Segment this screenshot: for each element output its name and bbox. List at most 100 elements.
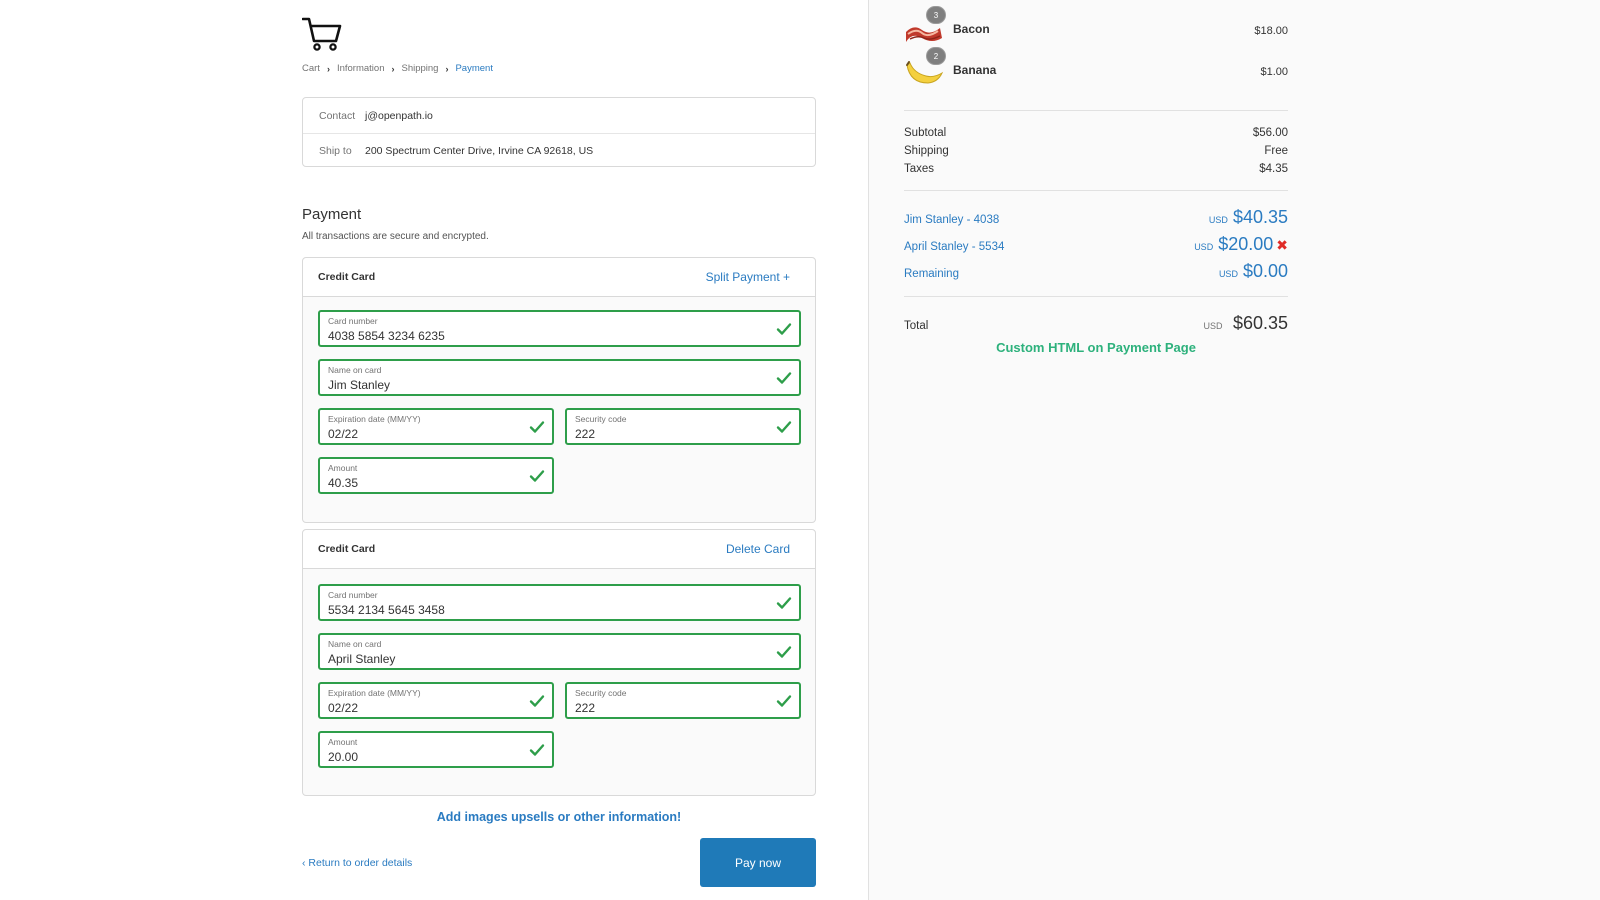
delete-card-button[interactable]: Delete Card: [726, 542, 790, 556]
product-name: Bacon: [953, 22, 990, 36]
product-row-banana: 2 Banana $1.00: [904, 47, 1288, 91]
payment-amount: USD $20.00 ✖: [1194, 234, 1288, 255]
field-value: 222: [575, 701, 596, 715]
contact-value: j@openpath.io: [365, 109, 433, 122]
amount-field[interactable]: Amount 20.00: [318, 731, 554, 768]
taxes-value: $4.35: [1259, 163, 1288, 175]
payment-row-april: April Stanley - 5534 USD $20.00 ✖: [904, 234, 1288, 255]
payment-amount: USD $0.00: [1219, 261, 1288, 282]
field-label: Amount: [328, 463, 358, 473]
subtotal-value: $56.00: [1252, 127, 1288, 139]
divider: [904, 190, 1288, 191]
amount-value: $40.35: [1232, 207, 1288, 227]
security-code-field[interactable]: Security code 222: [565, 408, 801, 445]
card-number-field[interactable]: Card number 4038 5854 3234 6235: [318, 310, 801, 347]
checkmark-icon: [776, 695, 792, 707]
breadcrumb-information[interactable]: Information: [337, 63, 385, 74]
amount-value: $0.00: [1242, 261, 1288, 281]
field-label: Security code: [575, 688, 627, 698]
breadcrumb-shipping[interactable]: Shipping: [401, 63, 438, 74]
currency-code: USD: [1194, 242, 1214, 252]
taxes-label: Taxes: [904, 163, 935, 175]
product-price: $1.00: [1260, 66, 1288, 78]
field-value: 40.35: [328, 476, 359, 490]
field-value: 4038 5854 3234 6235: [328, 329, 445, 343]
upsell-message: Add images upsells or other information!: [436, 810, 682, 824]
remaining-label: Remaining: [904, 268, 959, 280]
remaining-row: Remaining USD $0.00: [904, 261, 1288, 282]
expiration-date-field[interactable]: Expiration date (MM/YY) 02/22: [318, 408, 554, 445]
return-to-order-link[interactable]: ‹ Return to order details: [302, 857, 412, 869]
payment-label: April Stanley - 5534: [904, 241, 1005, 253]
contact-row: Contact j@openpath.io: [303, 98, 815, 133]
field-value: 222: [575, 427, 596, 441]
field-value: 5534 2134 5645 3458: [328, 603, 445, 617]
field-value: 02/22: [328, 427, 359, 441]
payment-title: Payment: [302, 206, 362, 223]
field-label: Security code: [575, 414, 627, 424]
chevron-right-icon: ›: [391, 63, 395, 74]
field-value: Jim Stanley: [328, 378, 391, 392]
chevron-right-icon: ›: [445, 63, 449, 74]
order-summary-sidebar: 3 Bacon $18.00 2 Banana $1.00 Subtotal $…: [868, 0, 1600, 900]
credit-card-panel-2: Credit Card Delete Card Card number 5534…: [302, 529, 816, 796]
card-number-field[interactable]: Card number 5534 2134 5645 3458: [318, 584, 801, 621]
field-label: Amount: [328, 737, 358, 747]
checkmark-icon: [776, 323, 792, 335]
checkmark-icon: [776, 646, 792, 658]
card-title: Credit Card: [318, 271, 376, 283]
checkout-main: Cart › Information › Shipping › Payment …: [302, 0, 816, 900]
order-review-box: Contact j@openpath.io Ship to 200 Spectr…: [302, 97, 816, 167]
shopping-cart-icon[interactable]: [302, 16, 342, 52]
payment-subtitle: All transactions are secure and encrypte…: [302, 231, 489, 242]
quantity-badge: 2: [926, 47, 946, 65]
total-amount: USD $60.35: [1203, 313, 1288, 334]
field-value: April Stanley: [328, 652, 396, 666]
checkmark-icon: [529, 744, 545, 756]
contact-label: Contact: [319, 109, 356, 122]
field-value: 02/22: [328, 701, 359, 715]
field-label: Expiration date (MM/YY): [328, 688, 421, 698]
name-on-card-field[interactable]: Name on card Jim Stanley: [318, 359, 801, 396]
payment-label: Jim Stanley - 4038: [904, 214, 1000, 226]
total-value: $60.35: [1232, 313, 1288, 333]
expiration-date-field[interactable]: Expiration date (MM/YY) 02/22: [318, 682, 554, 719]
shipping-row: Shipping Free: [904, 145, 1288, 157]
ship-to-row: Ship to 200 Spectrum Center Drive, Irvin…: [303, 133, 815, 168]
checkmark-icon: [529, 421, 545, 433]
pay-now-button[interactable]: Pay now: [700, 838, 816, 887]
shipping-label: Shipping: [904, 145, 949, 157]
amount-field[interactable]: Amount 40.35: [318, 457, 554, 494]
shipping-value: Free: [1264, 145, 1288, 157]
security-code-field[interactable]: Security code 222: [565, 682, 801, 719]
remove-payment-icon[interactable]: ✖: [1276, 237, 1288, 254]
breadcrumb-cart[interactable]: Cart: [302, 63, 320, 74]
checkmark-icon: [776, 597, 792, 609]
field-value: 20.00: [328, 750, 359, 764]
custom-html-message: Custom HTML on Payment Page: [996, 340, 1196, 355]
currency-code: USD: [1218, 269, 1238, 279]
product-price: $18.00: [1254, 25, 1288, 37]
total-label: Total: [904, 320, 929, 332]
currency-code: USD: [1208, 215, 1228, 225]
return-link-label: Return to order details: [308, 857, 413, 869]
breadcrumb-payment: Payment: [455, 63, 493, 74]
amount-value: $20.00: [1218, 234, 1274, 254]
checkmark-icon: [776, 421, 792, 433]
field-label: Expiration date (MM/YY): [328, 414, 421, 424]
checkmark-icon: [529, 695, 545, 707]
divider: [904, 296, 1288, 297]
quantity-badge: 3: [926, 6, 946, 24]
breadcrumb: Cart › Information › Shipping › Payment: [302, 63, 493, 74]
payment-amount: USD $40.35: [1209, 207, 1288, 228]
subtotal-row: Subtotal $56.00: [904, 127, 1288, 139]
chevron-right-icon: ›: [326, 63, 330, 74]
divider: [904, 110, 1288, 111]
field-label: Card number: [328, 316, 378, 326]
name-on-card-field[interactable]: Name on card April Stanley: [318, 633, 801, 670]
product-name: Banana: [953, 63, 997, 77]
ship-to-value: 200 Spectrum Center Drive, Irvine CA 926…: [365, 145, 594, 157]
card-header: Credit Card Delete Card: [303, 530, 815, 569]
currency-code: USD: [1203, 321, 1223, 331]
split-payment-button[interactable]: Split Payment +: [706, 270, 790, 284]
